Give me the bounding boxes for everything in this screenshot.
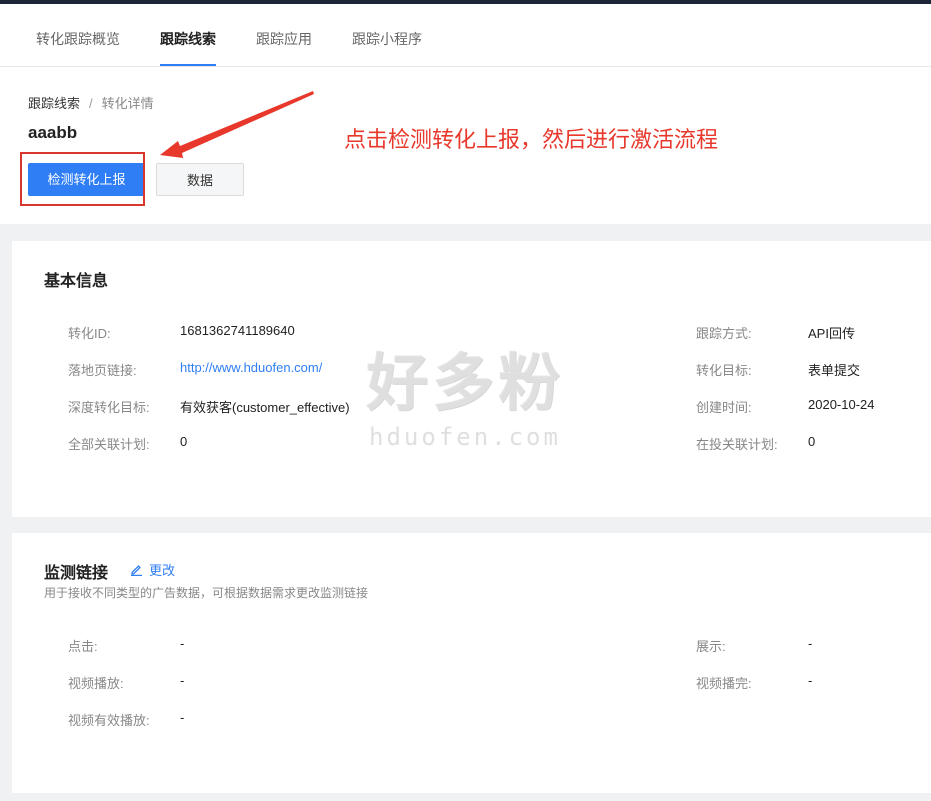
label-deep-conversion: 深度转化目标: [68,400,150,415]
value-click: - [180,636,185,651]
tab-track-apps[interactable]: 跟踪应用 [256,4,312,66]
label-conversion-goal: 转化目标: [696,363,752,378]
monitor-subtitle: 用于接收不同类型的广告数据，可根据数据需求更改监测链接 [44,586,369,600]
label-impression: 展示: [696,639,726,654]
edit-monitor-button[interactable]: 更改 [130,560,175,579]
basic-info-title: 基本信息 [44,273,109,290]
value-video-complete: - [808,673,813,688]
value-video-effective-play: - [180,710,185,725]
tab-bar: 转化跟踪概览 跟踪线索 跟踪应用 跟踪小程序 [0,4,931,67]
label-conversion-id: 转化ID: [68,326,111,341]
edit-monitor-label: 更改 [149,563,176,578]
label-video-effective-play: 视频有效播放: [68,713,150,728]
landing-page-link[interactable]: http://www.hduofen.com/ [180,360,322,375]
label-click: 点击: [68,639,98,654]
monitor-link-card: 监测链接 更改 用于接收不同类型的广告数据，可根据数据需求更改监测链接 点击: … [12,533,931,793]
value-active-linked-plans: 0 [808,434,816,449]
monitor-title: 监测链接 [44,565,109,582]
value-track-method: API回传 [808,326,855,341]
label-video-complete: 视频播完: [696,676,752,691]
label-track-method: 跟踪方式: [696,326,752,341]
tab-track-leads[interactable]: 跟踪线索 [160,4,216,66]
value-deep-conversion: 有效获客(customer_effective) [180,400,350,415]
label-all-linked-plans: 全部关联计划: [68,437,150,452]
label-landing-page: 落地页链接: [68,363,137,378]
value-video-play: - [180,673,185,688]
label-created-time: 创建时间: [696,400,752,415]
page-header: 跟踪线索 / 转化详情 aaabb 检测转化上报 数据 点击检测转化上报，然后进行激… [0,67,931,224]
basic-info-card: 基本信息 转化ID: 1681362741189640 落地页链接: http:… [12,241,931,517]
tab-conversion-overview[interactable]: 转化跟踪概览 [36,4,120,66]
value-impression: - [808,636,813,651]
label-video-play: 视频播放: [68,676,124,691]
value-all-linked-plans: 0 [180,434,188,449]
annotation-arrow-icon [160,91,314,158]
edit-pencil-icon [131,565,142,576]
value-conversion-id: 1681362741189640 [180,323,295,338]
label-active-linked-plans: 在投关联计划: [696,437,778,452]
tab-track-miniprogram[interactable]: 跟踪小程序 [352,4,422,66]
value-conversion-goal: 表单提交 [808,363,861,378]
value-created-time: 2020-10-24 [808,397,875,412]
